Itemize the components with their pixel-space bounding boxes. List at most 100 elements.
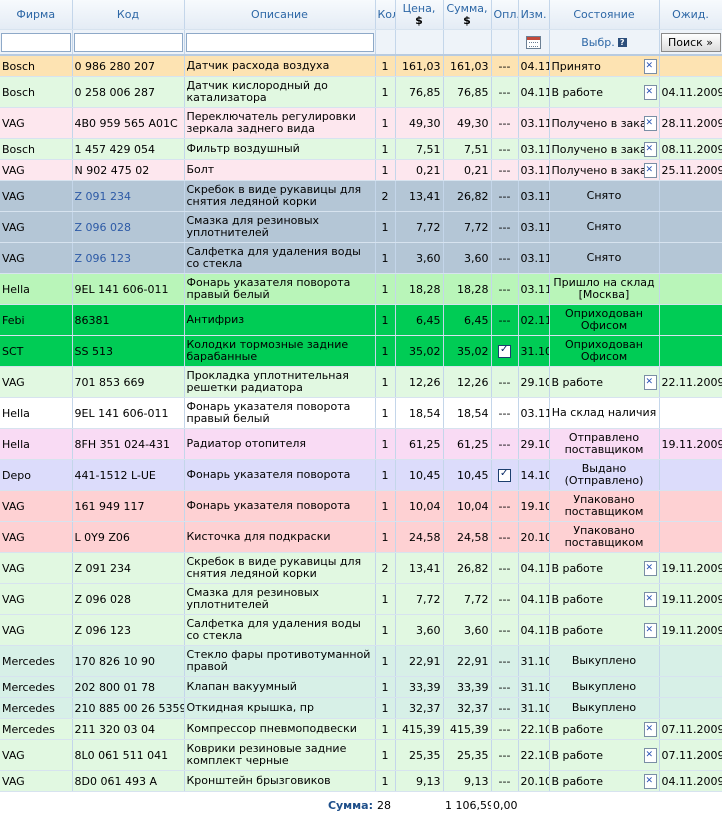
cancel-item-icon[interactable] [643,748,657,763]
paid-cell: --- [491,739,519,771]
paid-checkbox[interactable] [498,344,511,358]
table-row[interactable]: VAG Z 096 028 Смазка для резиновых уплотни… [0,583,722,615]
state-text: В работе [551,722,603,736]
table-row[interactable]: Hella 9EL 141 606-011 Фонарь указателя пов… [0,273,722,305]
state-cell: Упаковано поставщиком [549,490,660,522]
col-changed-header[interactable]: Изм. [518,0,550,30]
desc-cell: Скребок в виде рукавицы для снятия ледян… [184,552,376,584]
filter-empty [443,29,492,56]
table-row[interactable]: Hella 8FH 351 024-431 Радиатор отопителя 1 6… [0,428,722,460]
cancel-item-icon[interactable] [643,116,657,131]
table-row[interactable]: VAG N 902 475 02 Болт 1 0,21 0,21 --- 03.11 Полу… [0,159,722,181]
sum-cell: 18,54 [443,397,492,429]
paid-cell: --- [491,180,519,212]
filter-state-cell[interactable]: Выбр.? [549,29,660,56]
cancel-item-icon[interactable] [643,592,657,607]
table-row[interactable]: Mercedes 202 800 01 78 Клапан вакуумный 1 33… [0,676,722,698]
table-row[interactable]: Bosch 1 457 429 054 Фильтр воздушный 1 7,51 7… [0,138,722,160]
table-row[interactable]: Mercedes 210 885 00 26 5359 Откидная крышк… [0,697,722,719]
desc-cell: Антифриз [184,304,376,336]
desc-cell: Переключатель регулировки зеркала заднег… [184,107,376,139]
filter-empty [395,29,444,56]
code-cell[interactable]: Z 096 123 [72,242,185,274]
table-row[interactable]: VAG Z 096 028 Смазка для резиновых уплотни… [0,211,722,243]
table-row[interactable]: Mercedes 170 826 10 90 Стекло фары противо… [0,645,722,677]
paid-cell: --- [491,645,519,677]
cancel-item-icon[interactable] [643,375,657,390]
table-row[interactable]: Febi 86381 Антифриз 1 6,45 6,45 --- 02.11 Оприхо… [0,304,722,336]
cancel-item-icon[interactable] [643,59,657,74]
firm-cell: VAG [0,490,73,522]
col-code-header[interactable]: Код [72,0,185,30]
col-state-header[interactable]: Состояние [549,0,660,30]
col-paid-header[interactable]: Опл. [491,0,519,30]
qty-cell: 1 [375,676,396,698]
table-row[interactable]: SCT SS 513 Колодки тормозные задние бараба… [0,335,722,367]
col-price-header[interactable]: Цена, $ [395,0,444,30]
expected-cell [659,490,722,522]
firm-cell: Febi [0,304,73,336]
state-cell: Снято [549,242,660,274]
changed-cell: 03.11 [518,397,550,429]
cancel-item-icon[interactable] [643,85,657,100]
help-icon[interactable]: ? [617,38,627,47]
state-text: В работе [551,375,603,389]
expected-cell [659,180,722,212]
cancel-item-icon[interactable] [643,623,657,638]
table-row[interactable]: Mercedes 211 320 03 04 Компрессор пневмопо… [0,718,722,740]
col-expected-header[interactable]: Ожид. [659,0,722,30]
table-row[interactable]: VAG 161 949 117 Фонарь указателя поворота 1… [0,490,722,522]
cancel-item-icon[interactable] [643,722,657,737]
code-cell[interactable]: Z 096 028 [72,211,185,243]
cancel-item-icon[interactable] [643,774,657,789]
table-row[interactable]: VAG 4B0 959 565 A01C Переключатель регулир… [0,107,722,139]
code-cell[interactable]: Z 091 234 [72,180,185,212]
price-cell: 18,54 [395,397,444,429]
paid-cell: --- [491,242,519,274]
col-sum-header[interactable]: Сумма, $ [443,0,492,30]
cancel-item-icon[interactable] [643,561,657,576]
firm-cell: SCT [0,335,73,367]
table-row[interactable]: Depo 441-1512 L-UE Фонарь указателя поворо… [0,459,722,491]
table-row[interactable]: VAG 701 853 669 Прокладка уплотнительная р… [0,366,722,398]
col-qty-header[interactable]: Кол [375,0,396,30]
cancel-item-icon[interactable] [643,163,657,178]
table-row[interactable]: VAG Z 096 123 Салфетка для удаления воды с… [0,242,722,274]
col-firm-header[interactable]: Фирма [0,0,73,30]
select-label[interactable]: Выбр. [581,36,615,49]
qty-cell: 1 [375,76,396,108]
expected-cell: 04.11.2009 [659,76,722,108]
paid-cell: --- [491,428,519,460]
desc-cell: Фонарь указателя поворота правый белый [184,273,376,305]
table-row[interactable]: VAG Z 091 234 Скребок в виде рукавицы для … [0,552,722,584]
state-text: В работе [551,561,603,575]
sum-cell: 6,45 [443,304,492,336]
firm-cell: Depo [0,459,73,491]
cancel-item-icon[interactable] [643,142,657,157]
table-row[interactable]: VAG L 0Y9 Z06 Кисточка для подкраски 1 24,58… [0,521,722,553]
changed-cell: 04.11 [518,552,550,584]
filter-firm-input[interactable] [1,32,71,52]
desc-cell: Колодки тормозные задние барабанные [184,335,376,367]
filter-code-input[interactable] [73,32,183,52]
code-cell: 86381 [72,304,185,336]
table-row[interactable]: Bosch 0 258 006 287 Датчик кислородный до … [0,76,722,108]
table-row[interactable]: VAG Z 096 123 Салфетка для удаления воды с… [0,614,722,646]
filter-desc-input[interactable] [185,32,374,52]
paid-cell: --- [491,107,519,139]
code-cell: 441-1512 L-UE [72,459,185,491]
paid-checkbox[interactable] [498,468,511,482]
search-button[interactable]: Поиск » [660,32,721,52]
price-cell: 22,91 [395,645,444,677]
table-row[interactable]: VAG Z 091 234 Скребок в виде рукавицы для … [0,180,722,212]
table-row[interactable]: Hella 9EL 141 606-011 Фонарь указателя пов… [0,397,722,429]
table-row[interactable]: VAG 8L0 061 511 041 Коврики резиновые задн… [0,739,722,771]
state-cell: В работе [549,366,660,398]
expected-cell [659,304,722,336]
paid-cell: --- [491,76,519,108]
col-desc-header[interactable]: Описание [184,0,376,30]
calendar-icon[interactable] [526,35,541,49]
table-row[interactable]: Bosch 0 986 280 207 Датчик расхода воздуха… [0,55,722,77]
paid-cell: --- [491,718,519,740]
table-row[interactable]: VAG 8D0 061 493 A Кронштейн брызговиков 1 9,… [0,770,722,792]
